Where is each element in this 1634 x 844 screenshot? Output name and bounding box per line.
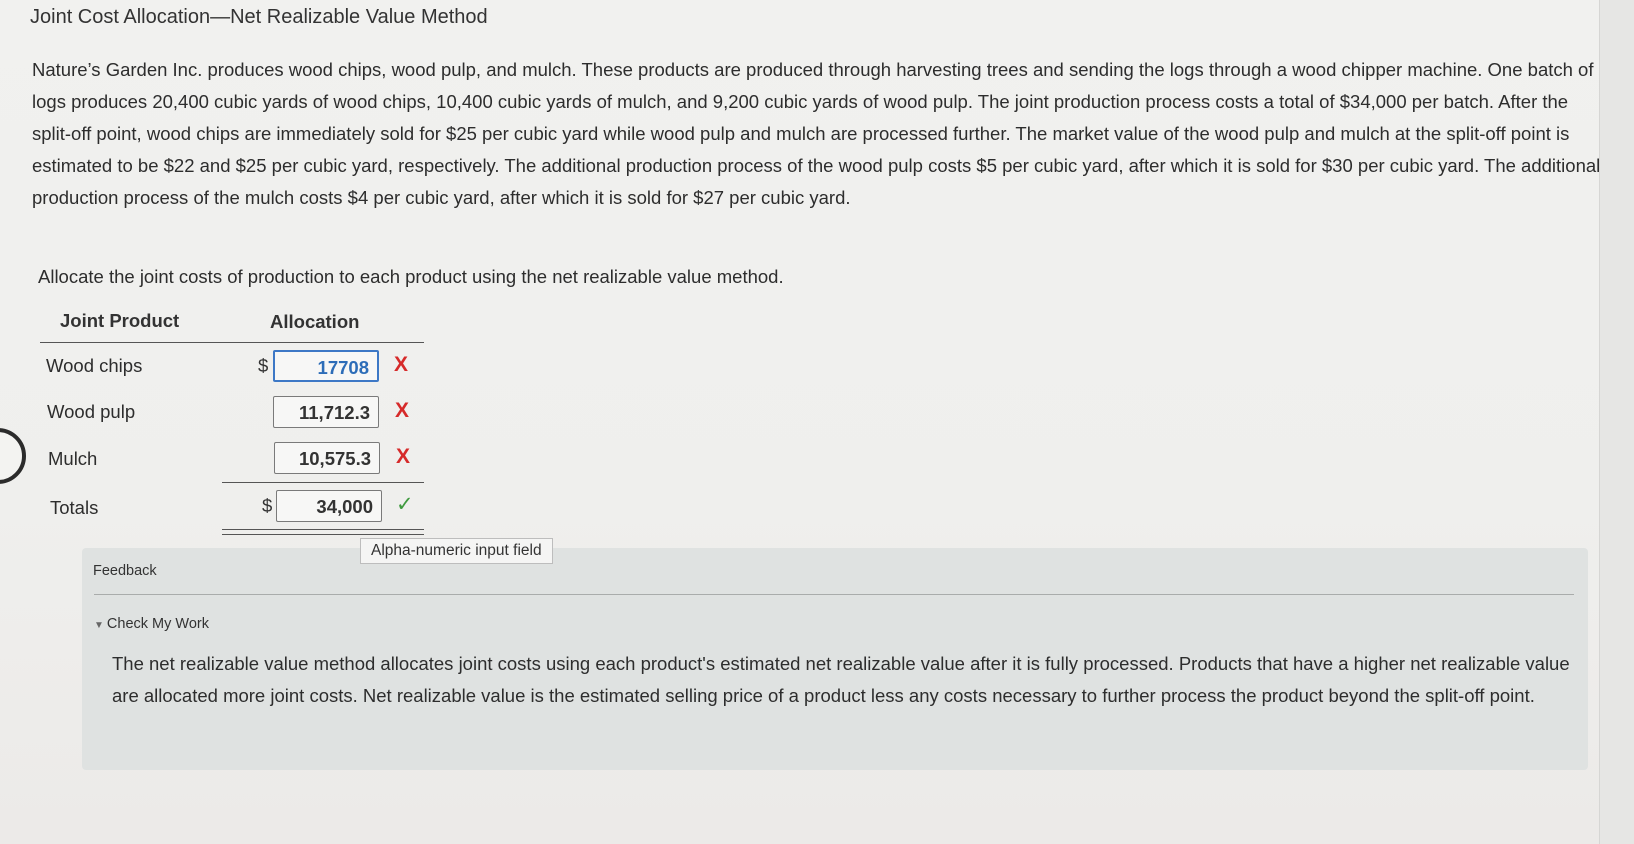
incorrect-mark-icon: X — [396, 445, 411, 468]
page-title: Joint Cost Allocation—Net Realizable Val… — [30, 6, 488, 28]
instruction-text: Allocate the joint costs of production t… — [38, 266, 784, 287]
header-joint-product: Joint Product — [60, 310, 180, 331]
side-navigation-tab[interactable] — [0, 428, 26, 484]
input-tooltip: Alpha-numeric input field — [360, 538, 553, 564]
problem-statement: Nature’s Garden Inc. produces wood chips… — [32, 59, 1601, 208]
totals-double-underline — [222, 529, 424, 535]
wood-chips-allocation-input[interactable]: 17708 — [273, 350, 379, 382]
feedback-title: Feedback — [93, 563, 157, 579]
currency-symbol: $ — [262, 495, 273, 516]
incorrect-mark-icon: X — [395, 399, 410, 422]
right-edge-panel — [1599, 0, 1634, 844]
feedback-divider — [94, 594, 1574, 595]
currency-symbol: $ — [258, 355, 269, 376]
feedback-panel: Feedback ▼ Check My Work The net realizab… — [82, 548, 1588, 770]
check-my-work-toggle[interactable]: ▼ Check My Work — [94, 616, 209, 632]
correct-check-icon: ✓ — [396, 493, 414, 516]
page: Joint Cost Allocation—Net Realizable Val… — [0, 0, 1600, 844]
row-label-totals: Totals — [50, 497, 99, 518]
row-label-wood-chips: Wood chips — [46, 355, 143, 376]
row-label-wood-pulp: Wood pulp — [47, 401, 136, 422]
header-divider — [40, 342, 424, 343]
wood-pulp-allocation-input[interactable]: 11,712.3 — [273, 396, 379, 428]
incorrect-mark-icon: X — [394, 353, 409, 376]
header-allocation: Allocation — [270, 311, 360, 332]
triangle-down-icon: ▼ — [94, 620, 104, 631]
row-label-mulch: Mulch — [48, 448, 98, 469]
check-my-work-label: Check My Work — [106, 616, 209, 632]
totals-allocation-input[interactable]: 34,000 — [276, 490, 382, 522]
feedback-text: The net realizable value method allocate… — [112, 653, 1570, 706]
sum-divider — [222, 482, 424, 483]
mulch-allocation-input[interactable]: 10,575.3 — [274, 442, 380, 474]
